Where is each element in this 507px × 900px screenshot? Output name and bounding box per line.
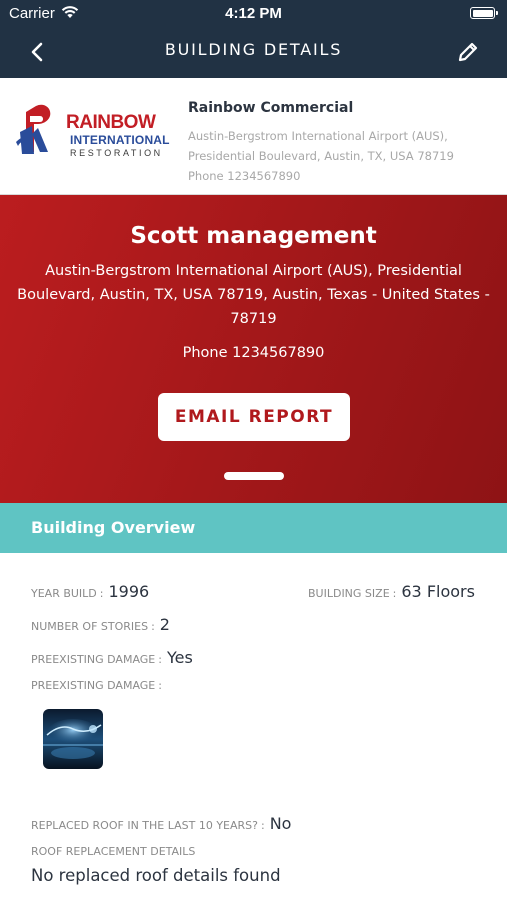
client-name: Scott management (130, 223, 377, 249)
company-card: RAINBOW INTERNATIONAL RESTORATION Rainbo… (0, 78, 507, 195)
client-address-line: Austin-Bergstrom International Airport (… (45, 263, 462, 279)
edit-button[interactable] (455, 39, 481, 65)
roof-details-value: No replaced roof details found (31, 866, 281, 885)
client-banner: Scott management Austin-Bergstrom Intern… (0, 195, 507, 503)
client-address: Austin-Bergstrom International Airport (… (4, 259, 503, 331)
replaced-roof-field: REPLACED ROOF IN THE LAST 10 YEARS?: No (31, 814, 292, 833)
company-name: Rainbow Commercial (188, 100, 354, 116)
damage-photos-label: PREEXISTING DAMAGE (31, 679, 156, 692)
clock: 4:12 PM (225, 5, 282, 22)
year-build-value: 1996 (108, 582, 150, 601)
app-header: Carrier 4:12 PM BUILDING DETAILS (0, 0, 507, 78)
company-address-line: Austin-Bergstrom International Airport (… (188, 129, 448, 143)
company-contact: Austin-Bergstrom International Airport (… (188, 126, 488, 186)
logo-text-restoration: RESTORATION (70, 148, 163, 158)
client-address-line: Boulevard, Austin, TX, USA 78719, Austin… (17, 287, 490, 303)
replaced-roof-value: No (269, 814, 292, 833)
stories-label: NUMBER OF STORIES (31, 620, 149, 633)
damage-photo-thumbnail[interactable] (43, 709, 103, 769)
battery-icon (470, 7, 498, 19)
client-address-line: 78719 (230, 311, 277, 327)
page-title: BUILDING DETAILS (164, 40, 343, 59)
building-size-value: 63 Floors (401, 582, 475, 601)
company-phone[interactable]: Phone 1234567890 (188, 166, 488, 186)
roof-details-label: ROOF REPLACEMENT DETAILS (31, 845, 196, 858)
building-overview-header: Building Overview (0, 503, 507, 553)
stories-value: 2 (159, 615, 170, 634)
damage-field: PREEXISTING DAMAGE: Yes (31, 648, 193, 667)
section-title: Building Overview (31, 518, 196, 537)
building-size-label: BUILDING SIZE (308, 587, 390, 600)
damage-photos-field: PREEXISTING DAMAGE: (31, 679, 162, 692)
logo-text-rainbow: RAINBOW (66, 112, 156, 133)
roof-details-field: ROOF REPLACEMENT DETAILS (31, 845, 195, 858)
logo-text-international: INTERNATIONAL (70, 133, 170, 147)
company-logo: RAINBOW INTERNATIONAL RESTORATION (14, 102, 170, 162)
email-report-button[interactable]: EMAIL REPORT (158, 393, 350, 441)
damage-label: PREEXISTING DAMAGE (31, 653, 156, 666)
drag-handle[interactable] (224, 472, 284, 480)
status-bar: Carrier 4:12 PM (0, 0, 507, 26)
client-phone[interactable]: Phone 1234567890 (0, 345, 507, 361)
company-address-line: Presidential Boulevard, Austin, TX, USA … (188, 149, 454, 163)
stories-field: NUMBER OF STORIES: 2 (31, 615, 170, 634)
replaced-roof-label: REPLACED ROOF IN THE LAST 10 YEARS? (31, 819, 258, 832)
year-build-field: YEAR BUILD: 1996 (31, 582, 150, 601)
building-size-field: BUILDING SIZE: 63 Floors (308, 582, 475, 601)
rainbow-logo-icon (16, 104, 51, 154)
damage-value: Yes (166, 648, 193, 667)
year-build-label: YEAR BUILD (31, 587, 97, 600)
